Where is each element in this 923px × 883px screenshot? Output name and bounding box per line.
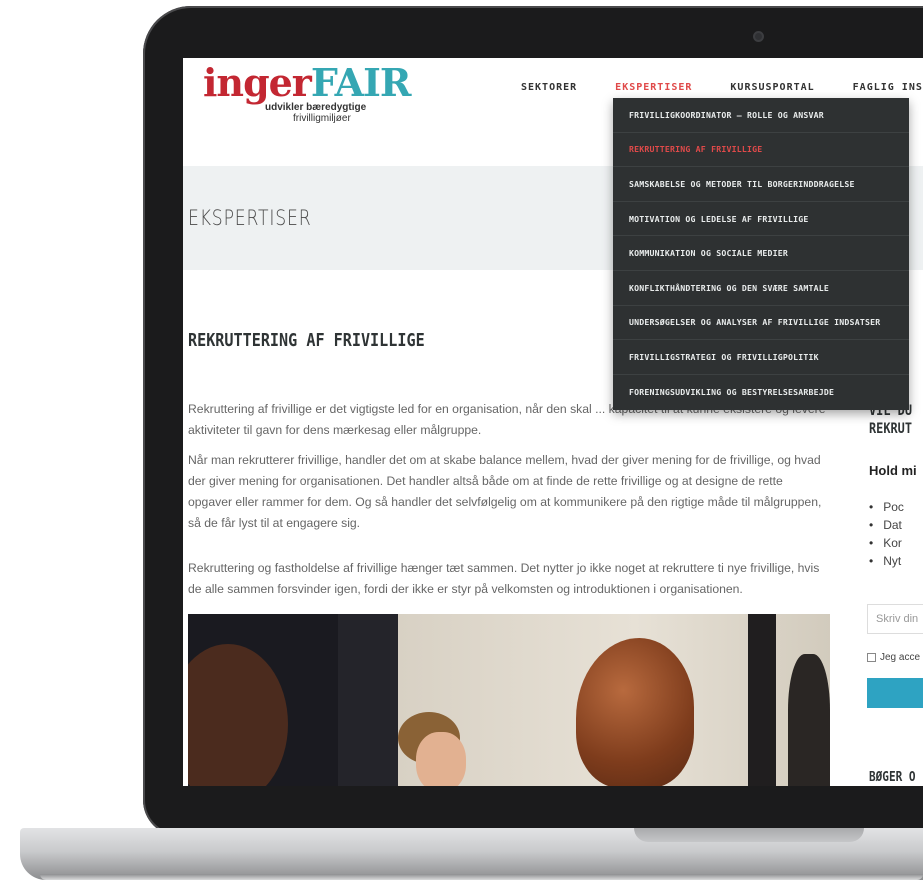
menu-item-motivation[interactable]: MOTIVATION OG LEDELSE AF FRIVILLIGE	[613, 202, 909, 237]
logo-tagline-line-1: udvikler bæredygtige	[265, 102, 367, 113]
menu-item-konflikthaandtering[interactable]: KONFLIKTHÅNDTERING OG DEN SVÆRE SAMTALE	[613, 271, 909, 306]
consent-checkbox[interactable]: Jeg acce	[867, 652, 920, 663]
logo-wordmark: ingerFAIR	[203, 60, 412, 105]
sidebar-footer-heading: BØGER O	[869, 770, 916, 785]
article-title: REKRUTTERING AF FRIVILLIGE	[188, 330, 425, 351]
consent-checkbox-label: Jeg acce	[880, 652, 921, 663]
menu-item-undersoegelser[interactable]: UNDERSØGELSER OG ANALYSER AF FRIVILLIGE …	[613, 306, 909, 341]
ekspertiser-dropdown-menu: FRIVILLIGKOORDINATOR – ROLLE OG ANSVAR R…	[613, 98, 909, 410]
nav-item-sektorer[interactable]: SEKTORER	[521, 82, 577, 100]
list-item: Nyt	[869, 552, 904, 570]
laptop-notch	[634, 828, 864, 842]
laptop-base-edge	[40, 874, 923, 880]
logo-word-inger: inger	[203, 60, 312, 105]
article-paragraph: Når man rekrutterer frivillige, handler …	[188, 453, 822, 530]
page-title: EKSPERTISER	[188, 206, 312, 230]
list-item: Dat	[869, 516, 904, 534]
logo-tagline-line-2: frivilligmiljøer	[293, 113, 351, 124]
list-item: Poc	[869, 498, 904, 516]
webcam-icon	[753, 31, 764, 42]
menu-item-foreningsudvikling[interactable]: FORENINGSUDVIKLING OG BESTYRELSESARBEJDE	[613, 375, 909, 410]
list-item: Kor	[869, 534, 904, 552]
sidebar-heading-line-2: REKRUT	[869, 421, 912, 437]
article-photo	[188, 614, 830, 786]
menu-item-frivilligstrategi[interactable]: FRIVILLIGSTRATEGI OG FRIVILLIGPOLITIK	[613, 340, 909, 375]
article-paragraph: Rekruttering og fastholdelse af frivilli…	[188, 561, 820, 596]
menu-item-kommunikation[interactable]: KOMMUNIKATION OG SOCIALE MEDIER	[613, 236, 909, 271]
menu-item-frivilligkoordinator[interactable]: FRIVILLIGKOORDINATOR – ROLLE OG ANSVAR	[613, 98, 909, 133]
checkbox-icon[interactable]	[867, 653, 876, 662]
menu-item-rekruttering[interactable]: REKRUTTERING AF FRIVILLIGE	[613, 133, 909, 168]
browser-viewport: ingerFAIR udvikler bæredygtige frivillig…	[183, 58, 923, 786]
logo-word-fair: FAIR	[310, 60, 412, 105]
sidebar-subheading: Hold mi	[869, 463, 917, 478]
logo-tagline: udvikler bæredygtige frivilligmiljøer	[265, 102, 366, 124]
site-logo[interactable]: ingerFAIR udvikler bæredygtige frivillig…	[203, 60, 411, 126]
newsletter-email-field[interactable]: Skriv din	[867, 604, 923, 634]
sidebar-bullet-list: Poc Dat Kor Nyt	[869, 498, 904, 570]
laptop-mockup: ingerFAIR udvikler bæredygtige frivillig…	[0, 0, 923, 883]
subscribe-button[interactable]	[867, 678, 923, 708]
menu-item-samskabelse[interactable]: SAMSKABELSE OG METODER TIL BORGERINDDRAG…	[613, 167, 909, 202]
